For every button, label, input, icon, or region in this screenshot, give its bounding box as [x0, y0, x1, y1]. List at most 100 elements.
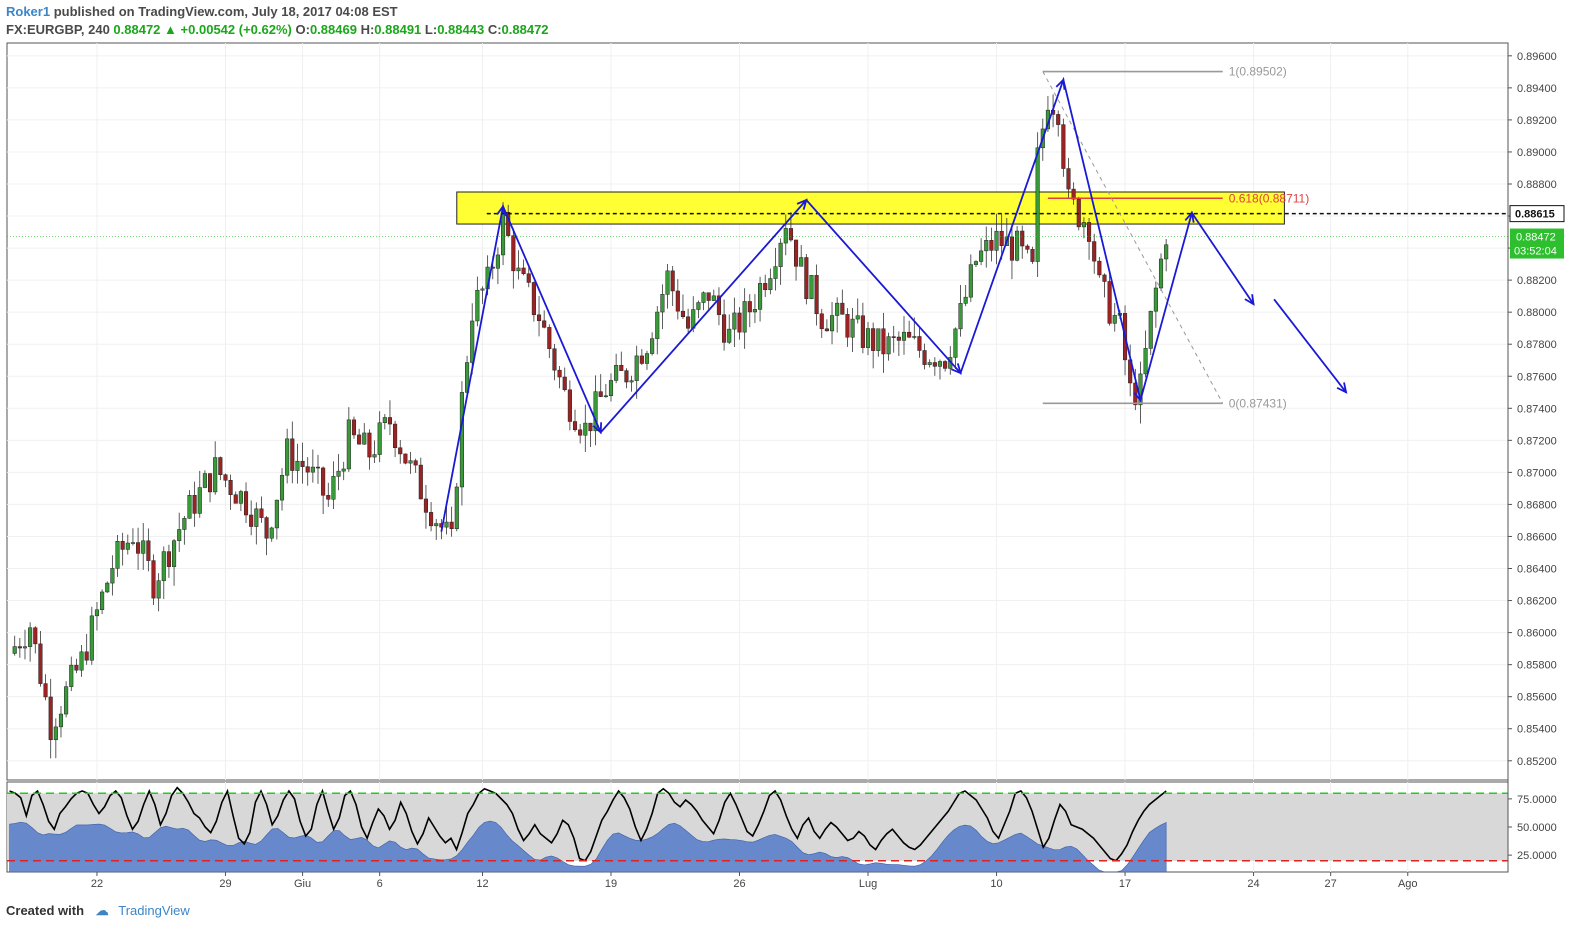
- candle-down: [223, 474, 228, 481]
- candle-up: [434, 523, 439, 527]
- candle-up: [110, 568, 115, 584]
- candle-up: [711, 295, 716, 301]
- candle-up: [105, 582, 110, 593]
- candle-down: [670, 270, 675, 292]
- price-tick-label: 0.89000: [1517, 147, 1557, 159]
- candle-down: [1107, 281, 1112, 324]
- candle-up: [444, 521, 449, 528]
- candle-up: [362, 432, 367, 445]
- candle-up: [100, 591, 105, 610]
- candle-up: [295, 460, 300, 471]
- candle-up: [331, 476, 336, 500]
- candle-down: [536, 314, 542, 322]
- tradingview-brand-link[interactable]: TradingView: [118, 903, 190, 918]
- candle-up: [94, 609, 100, 617]
- candle-down: [531, 282, 536, 316]
- candle-down: [305, 466, 310, 473]
- candle-down: [17, 646, 22, 649]
- candle-down: [1056, 114, 1061, 125]
- candle-down: [120, 541, 125, 550]
- time-tick-label: 10: [990, 878, 1002, 890]
- candle-up: [238, 491, 243, 504]
- level-label: 0.88615: [1515, 209, 1555, 221]
- candle-up: [130, 542, 135, 544]
- candle-up: [141, 540, 146, 554]
- candle-up: [1035, 147, 1040, 262]
- candle-down: [84, 651, 89, 661]
- candle-down: [413, 460, 418, 466]
- price-tick-label: 0.88200: [1517, 275, 1557, 287]
- candle-up: [197, 487, 202, 514]
- price-tick-label: 0.86200: [1517, 596, 1557, 608]
- time-tick-label: 24: [1247, 878, 1259, 890]
- candle-up: [783, 228, 788, 244]
- candle-down: [387, 417, 393, 425]
- candle-up: [979, 250, 984, 262]
- candle-up: [269, 527, 274, 539]
- candle-down: [300, 460, 305, 467]
- candle-up: [346, 419, 351, 470]
- oscillator-pane[interactable]: 75.0000 50.0000 25.0000: [6, 781, 1557, 873]
- candle-down: [403, 453, 408, 464]
- candle-up: [64, 686, 69, 715]
- candle-up: [161, 551, 166, 581]
- candle-down: [429, 512, 434, 527]
- candle-up: [886, 336, 891, 355]
- candle-down: [218, 457, 223, 475]
- price-tick-label: 0.87200: [1517, 435, 1557, 447]
- price-tick-label: 0.89200: [1517, 115, 1557, 127]
- candle-down: [43, 683, 48, 698]
- candle-down: [207, 473, 213, 493]
- price-chart[interactable]: 0.89600 0.89400 0.89200 0.89000 0.88800 0.886…: [0, 0, 1575, 900]
- candle-up: [274, 499, 279, 529]
- candle-up: [1153, 287, 1158, 312]
- candle-up: [742, 301, 747, 333]
- time-tick-label: 12: [476, 878, 488, 890]
- candle-down: [321, 467, 326, 496]
- price-tick-label: 0.86000: [1517, 628, 1557, 640]
- candle-down: [1097, 260, 1102, 276]
- main-pane[interactable]: 0.89600 0.89400 0.89200 0.89000 0.88800 0.886…: [6, 42, 1565, 781]
- candle-up: [665, 270, 670, 295]
- candle-down: [151, 560, 156, 599]
- candle-down: [675, 290, 680, 312]
- resistance-zone[interactable]: [456, 191, 1285, 225]
- price-tick-label: 0.88800: [1517, 179, 1557, 191]
- candle-up: [984, 240, 989, 252]
- candle-up: [732, 312, 737, 330]
- candle-down: [999, 230, 1004, 246]
- candle-down: [932, 362, 937, 367]
- candle-down: [552, 348, 557, 371]
- time-tick-label: 29: [219, 878, 231, 890]
- candle-up: [727, 328, 732, 343]
- price-tick-label: 0.89400: [1517, 83, 1557, 95]
- candle-down: [788, 228, 793, 241]
- candle-up: [213, 457, 218, 493]
- candle-down: [624, 370, 629, 383]
- price-tick-label: 0.86600: [1517, 531, 1557, 543]
- price-tick-label: 0.89600: [1517, 51, 1557, 63]
- candle-down: [943, 361, 948, 369]
- price-tick-label: 0.87800: [1517, 339, 1557, 351]
- fib-level-label: 0(0.87431): [1229, 396, 1287, 410]
- candle-down: [1061, 124, 1066, 169]
- candle-up: [1164, 244, 1169, 260]
- candle-down: [562, 376, 567, 391]
- fib-level-label: 0.618(0.88711): [1229, 191, 1310, 205]
- candle-up: [614, 364, 619, 381]
- candle-up: [372, 454, 377, 458]
- candle-down: [146, 540, 151, 561]
- candle-down: [315, 466, 321, 469]
- candle-down: [418, 464, 423, 500]
- candle-up: [752, 309, 757, 313]
- candle-up: [89, 615, 94, 661]
- candle-up: [634, 355, 639, 381]
- time-tick-label: 17: [1119, 878, 1131, 890]
- candle-up: [254, 508, 259, 527]
- candle-up: [336, 470, 341, 477]
- candle-down: [1030, 249, 1035, 262]
- candle-up: [1158, 258, 1164, 289]
- candle-up: [968, 264, 973, 298]
- candle-down: [290, 438, 295, 471]
- candle-up: [382, 417, 387, 424]
